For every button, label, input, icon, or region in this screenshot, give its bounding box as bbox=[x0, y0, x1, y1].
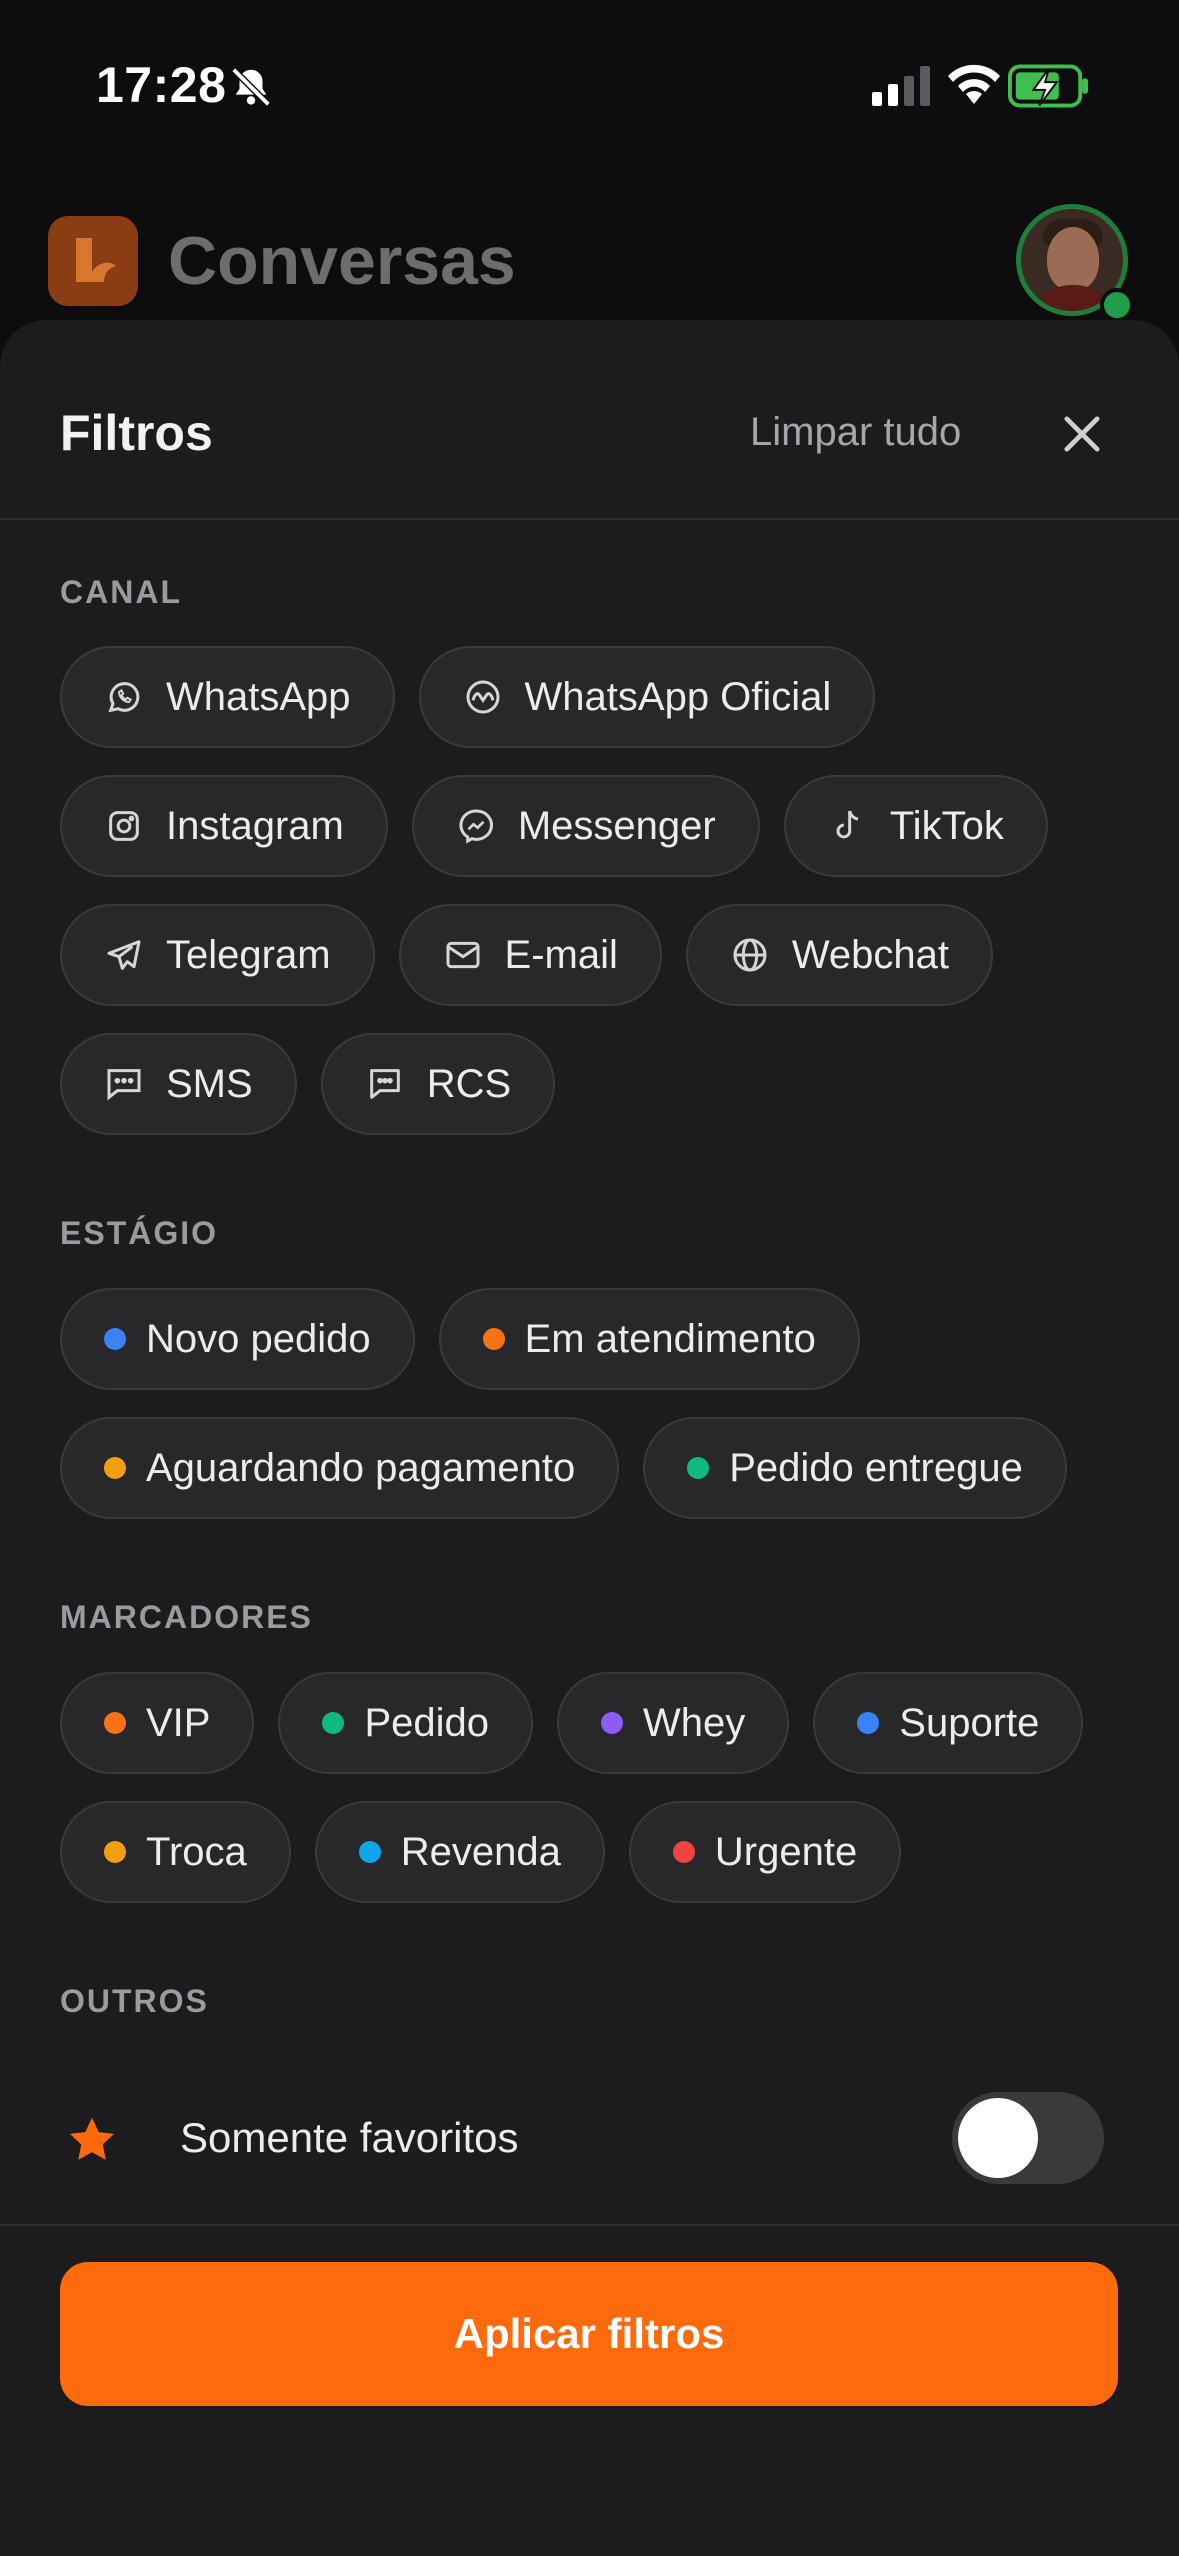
close-icon[interactable] bbox=[1056, 408, 1108, 460]
chip-label: Urgente bbox=[714, 1829, 858, 1874]
chip-tag-suporte[interactable]: Suporte bbox=[813, 1672, 1084, 1774]
tag-color-dot bbox=[104, 1712, 126, 1734]
cellular-signal-icon bbox=[872, 66, 930, 106]
tag-color-dot bbox=[322, 1712, 345, 1734]
status-bar: 17:28 bbox=[0, 0, 1179, 170]
chip-stage-pedido-entregue[interactable]: Pedido entregue bbox=[643, 1417, 1067, 1519]
chip-whatsapp-oficial[interactable]: WhatsApp Oficial bbox=[418, 646, 876, 748]
chip-tag-urgente[interactable]: Urgente bbox=[628, 1801, 902, 1903]
battery-charging-icon bbox=[1008, 64, 1089, 108]
chip-label: WhatsApp Oficial bbox=[524, 674, 832, 719]
chip-label: Troca bbox=[146, 1829, 247, 1874]
chip-tag-troca[interactable]: Troca bbox=[60, 1801, 291, 1903]
chip-messenger[interactable]: Messenger bbox=[411, 775, 760, 877]
chip-rcs[interactable]: RCS bbox=[320, 1033, 556, 1135]
chip-webchat[interactable]: Webchat bbox=[685, 904, 993, 1006]
chip-label: Suporte bbox=[899, 1700, 1040, 1745]
whatsapp-icon bbox=[108, 682, 140, 713]
favorites-label: Somente favoritos bbox=[180, 2114, 519, 2161]
sms-icon bbox=[107, 1069, 141, 1101]
section-label-estagio: ESTÁGIO bbox=[60, 1215, 219, 1251]
chip-stage-em-atendimento[interactable]: Em atendimento bbox=[438, 1288, 860, 1390]
sheet-header: Filtros Limpar tudo bbox=[0, 320, 1179, 520]
telegram-icon bbox=[107, 940, 141, 970]
apply-filters-button[interactable]: Aplicar filtros bbox=[60, 2262, 1118, 2406]
chip-label: Instagram bbox=[166, 803, 344, 848]
chip-stage-aguardando-pagamento[interactable]: Aguardando pagamento bbox=[60, 1417, 620, 1519]
app-logo bbox=[48, 216, 138, 306]
sheet-title: Filtros bbox=[60, 405, 213, 461]
tag-color-dot bbox=[857, 1712, 880, 1734]
chip-tag-whey[interactable]: Whey bbox=[557, 1672, 790, 1774]
chip-label: Pedido entregue bbox=[729, 1445, 1023, 1490]
instagram-icon bbox=[109, 811, 139, 841]
chip-label: TikTok bbox=[889, 803, 1004, 848]
star-icon bbox=[69, 2117, 115, 2160]
tag-color-dot bbox=[672, 1841, 695, 1863]
chip-label: Whey bbox=[643, 1700, 746, 1745]
bell-slash-icon bbox=[231, 67, 271, 107]
wifi-icon bbox=[948, 64, 1000, 104]
tag-color-dot bbox=[104, 1841, 126, 1863]
chip-label: SMS bbox=[166, 1061, 253, 1106]
chip-label: VIP bbox=[146, 1700, 211, 1745]
tag-color-dot bbox=[601, 1712, 624, 1734]
section-label-canal: CANAL bbox=[60, 574, 182, 610]
filters-sheet: Filtros Limpar tudo CANAL WhatsApp Whats… bbox=[0, 320, 1179, 2556]
toggle-knob bbox=[958, 2098, 1038, 2178]
chip-telegram[interactable]: Telegram bbox=[60, 904, 375, 1006]
chip-label: Em atendimento bbox=[524, 1316, 816, 1361]
stage-color-dot bbox=[104, 1328, 126, 1350]
chip-label: E-mail bbox=[504, 932, 618, 977]
chip-label: RCS bbox=[426, 1061, 512, 1106]
chip-label: Aguardando pagamento bbox=[146, 1445, 576, 1490]
chip-tag-revenda[interactable]: Revenda bbox=[314, 1801, 605, 1903]
mail-icon bbox=[446, 941, 480, 969]
online-status-dot bbox=[1100, 288, 1134, 322]
chip-email[interactable]: E-mail bbox=[398, 904, 662, 1006]
chip-label: WhatsApp bbox=[166, 674, 351, 719]
footer-divider bbox=[0, 2224, 1179, 2226]
chip-label: Novo pedido bbox=[146, 1316, 371, 1361]
chip-instagram[interactable]: Instagram bbox=[60, 775, 388, 877]
tiktok-icon bbox=[836, 810, 859, 839]
rcs-icon bbox=[369, 1069, 400, 1099]
stage-color-dot bbox=[482, 1328, 505, 1350]
chip-label: Telegram bbox=[166, 932, 331, 977]
favorites-toggle[interactable] bbox=[952, 2092, 1104, 2184]
chip-label: Revenda bbox=[400, 1829, 561, 1874]
status-time: 17:28 bbox=[96, 57, 227, 113]
chip-whatsapp[interactable]: WhatsApp bbox=[60, 646, 395, 748]
chip-tiktok[interactable]: TikTok bbox=[783, 775, 1048, 877]
page-title: Conversas bbox=[168, 223, 516, 299]
chip-label: Webchat bbox=[791, 932, 949, 977]
chip-label: Messenger bbox=[517, 803, 716, 848]
messenger-icon bbox=[459, 809, 493, 844]
section-label-outros: OUTROS bbox=[60, 1983, 209, 2019]
clear-all-button[interactable]: Limpar tudo bbox=[750, 410, 961, 455]
chip-tag-pedido[interactable]: Pedido bbox=[278, 1672, 534, 1774]
chip-sms[interactable]: SMS bbox=[60, 1033, 297, 1135]
chip-tag-vip[interactable]: VIP bbox=[60, 1672, 255, 1774]
section-label-marcadores: MARCADORES bbox=[60, 1599, 313, 1635]
stage-color-dot bbox=[104, 1457, 126, 1479]
stage-color-dot bbox=[687, 1457, 710, 1479]
globe-icon bbox=[733, 938, 767, 972]
meta-icon bbox=[466, 680, 500, 714]
chip-stage-novo-pedido[interactable]: Novo pedido bbox=[60, 1288, 415, 1390]
chip-label: Pedido bbox=[364, 1700, 490, 1745]
tag-color-dot bbox=[358, 1841, 381, 1863]
